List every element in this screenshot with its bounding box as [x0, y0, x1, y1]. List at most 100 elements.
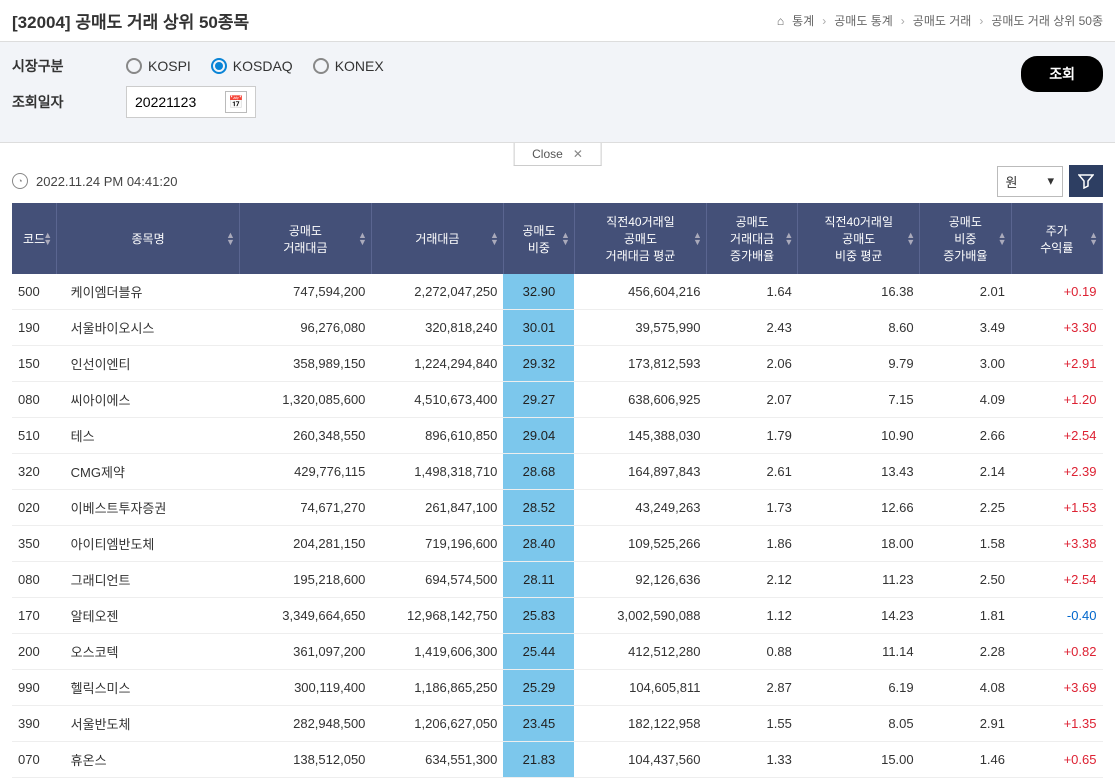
data-table: 코드▲▼종목명▲▼공매도 거래대금▲▼거래대금▲▼공매도 비중▲▼직전40거래일…: [12, 203, 1103, 778]
cell: 7.15: [798, 382, 920, 418]
sort-icon[interactable]: ▲▼: [561, 232, 570, 246]
cell: 30.01: [503, 310, 574, 346]
sort-icon[interactable]: ▲▼: [998, 232, 1007, 246]
cell: 1.55: [706, 706, 797, 742]
cell: 150: [12, 346, 57, 382]
table-row[interactable]: 500케이엠더블유747,594,2002,272,047,25032.9045…: [12, 274, 1103, 310]
cell: 104,437,560: [574, 742, 706, 778]
col-header-8[interactable]: 공매도 비중 증가배율▲▼: [920, 203, 1011, 274]
date-input[interactable]: [135, 94, 215, 110]
cell: 260,348,550: [239, 418, 371, 454]
cell: +0.65: [1011, 742, 1102, 778]
col-header-9[interactable]: 주가 수익률▲▼: [1011, 203, 1102, 274]
cell: 990: [12, 670, 57, 706]
table-row[interactable]: 070휴온스138,512,050634,551,30021.83104,437…: [12, 742, 1103, 778]
cell: 서울바이오시스: [57, 310, 240, 346]
table-row[interactable]: 390서울반도체282,948,5001,206,627,05023.45182…: [12, 706, 1103, 742]
cell: 204,281,150: [239, 526, 371, 562]
cell: 145,388,030: [574, 418, 706, 454]
cell: +0.19: [1011, 274, 1102, 310]
col-header-3[interactable]: 거래대금▲▼: [371, 203, 503, 274]
table-row[interactable]: 510테스260,348,550896,610,85029.04145,388,…: [12, 418, 1103, 454]
cell: 361,097,200: [239, 634, 371, 670]
cell: 2.66: [920, 418, 1011, 454]
radio-icon: [211, 58, 227, 74]
table-row[interactable]: 320CMG제약429,776,1151,498,318,71028.68164…: [12, 454, 1103, 490]
table-row[interactable]: 200오스코텍361,097,2001,419,606,30025.44412,…: [12, 634, 1103, 670]
cell: 28.68: [503, 454, 574, 490]
col-header-0[interactable]: 코드▲▼: [12, 203, 57, 274]
col-header-5[interactable]: 직전40거래일 공매도 거래대금 평균▲▼: [574, 203, 706, 274]
cell: 429,776,115: [239, 454, 371, 490]
cell: 1,224,294,840: [371, 346, 503, 382]
col-header-1[interactable]: 종목명▲▼: [57, 203, 240, 274]
crumb-3: 공매도 거래 상위 50종: [991, 12, 1103, 29]
market-radio-kospi[interactable]: KOSPI: [126, 58, 191, 74]
market-radio-kosdaq[interactable]: KOSDAQ: [211, 58, 293, 74]
sort-icon[interactable]: ▲▼: [693, 232, 702, 246]
cell: 080: [12, 562, 57, 598]
cell: 390: [12, 706, 57, 742]
cell: 2.06: [706, 346, 797, 382]
cell: 헬릭스미스: [57, 670, 240, 706]
col-header-6[interactable]: 공매도 거래대금 증가배율▲▼: [706, 203, 797, 274]
radio-label: KOSDAQ: [233, 58, 293, 74]
crumb-0[interactable]: 통계: [792, 12, 814, 29]
crumb-1[interactable]: 공매도 통계: [834, 12, 893, 29]
sort-icon[interactable]: ▲▼: [1089, 232, 1098, 246]
table-row[interactable]: 990헬릭스미스300,119,4001,186,865,25025.29104…: [12, 670, 1103, 706]
table-row[interactable]: 170알테오젠3,349,664,65012,968,142,75025.833…: [12, 598, 1103, 634]
cell: 9.79: [798, 346, 920, 382]
unit-select[interactable]: 원 ▾: [997, 166, 1064, 197]
cell: 173,812,593: [574, 346, 706, 382]
cell: 43,249,263: [574, 490, 706, 526]
calendar-icon[interactable]: 📅: [225, 91, 247, 113]
sort-icon[interactable]: ▲▼: [43, 232, 52, 246]
cell: 1.81: [920, 598, 1011, 634]
cell: 서울반도체: [57, 706, 240, 742]
table-row[interactable]: 350아이티엠반도체204,281,150719,196,60028.40109…: [12, 526, 1103, 562]
col-header-7[interactable]: 직전40거래일 공매도 비중 평균▲▼: [798, 203, 920, 274]
table-row[interactable]: 080씨아이에스1,320,085,6004,510,673,40029.276…: [12, 382, 1103, 418]
home-icon[interactable]: ⌂: [777, 14, 784, 28]
cell: 358,989,150: [239, 346, 371, 382]
cell: 2.87: [706, 670, 797, 706]
crumb-2[interactable]: 공매도 거래: [913, 12, 972, 29]
cell: 21.83: [503, 742, 574, 778]
col-header-2[interactable]: 공매도 거래대금▲▼: [239, 203, 371, 274]
date-field[interactable]: 📅: [126, 86, 256, 118]
cell: 23.45: [503, 706, 574, 742]
radio-icon: [313, 58, 329, 74]
cell: 3.49: [920, 310, 1011, 346]
market-radio-konex[interactable]: KONEX: [313, 58, 384, 74]
cell: +1.53: [1011, 490, 1102, 526]
search-button[interactable]: 조회: [1021, 56, 1103, 92]
cell: 320: [12, 454, 57, 490]
table-row[interactable]: 080그래디언트195,218,600694,574,50028.1192,12…: [12, 562, 1103, 598]
sort-icon[interactable]: ▲▼: [358, 232, 367, 246]
cell: 4.08: [920, 670, 1011, 706]
cell: 2.07: [706, 382, 797, 418]
cell: 195,218,600: [239, 562, 371, 598]
table-row[interactable]: 020이베스트투자증권74,671,270261,847,10028.5243,…: [12, 490, 1103, 526]
cell: 25.44: [503, 634, 574, 670]
cell: 896,610,850: [371, 418, 503, 454]
table-row[interactable]: 150인선이엔티358,989,1501,224,294,84029.32173…: [12, 346, 1103, 382]
cell: 2.28: [920, 634, 1011, 670]
filter-button[interactable]: [1069, 165, 1103, 197]
sort-icon[interactable]: ▲▼: [906, 232, 915, 246]
table-row[interactable]: 190서울바이오시스96,276,080320,818,24030.0139,5…: [12, 310, 1103, 346]
cell: 3.00: [920, 346, 1011, 382]
sort-icon[interactable]: ▲▼: [784, 232, 793, 246]
cell: 0.88: [706, 634, 797, 670]
cell: 테스: [57, 418, 240, 454]
cell: 16.38: [798, 274, 920, 310]
cell: 1.58: [920, 526, 1011, 562]
cell: 634,551,300: [371, 742, 503, 778]
sort-icon[interactable]: ▲▼: [226, 232, 235, 246]
cell: 씨아이에스: [57, 382, 240, 418]
col-header-4[interactable]: 공매도 비중▲▼: [503, 203, 574, 274]
sort-icon[interactable]: ▲▼: [490, 232, 499, 246]
cell: 29.04: [503, 418, 574, 454]
close-filter-button[interactable]: Close ✕: [513, 143, 602, 166]
